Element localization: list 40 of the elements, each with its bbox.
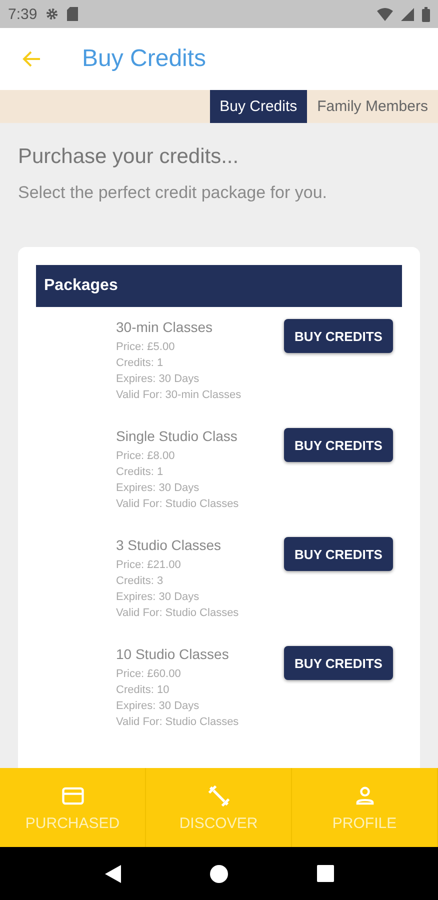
sd-card-icon [67, 7, 78, 21]
package-detail: Credits: 3 [116, 574, 164, 589]
package-detail: Valid For: 30-min Classes [116, 388, 242, 403]
package-detail: Credits: 1 [116, 465, 164, 480]
package-detail: Credits: 1 [116, 356, 164, 371]
buy-credits-button[interactable]: BUY CREDITS [284, 428, 393, 462]
package-detail: Valid For: Studio Classes [116, 606, 239, 621]
package-name: Single Studio Class [116, 428, 238, 444]
package-name: 10 Studio Classes [116, 646, 230, 662]
packages-header: Packages [36, 265, 402, 307]
package-name: 3 Studio Classes [116, 537, 222, 553]
dumbbell-icon [206, 783, 232, 809]
buy-credits-button[interactable]: BUY CREDITS [284, 537, 393, 571]
recents-icon[interactable] [316, 865, 334, 882]
tab[interactable]: Buy Credits [210, 90, 308, 123]
package-detail: Expires: 30 Days [116, 590, 200, 605]
signal-icon [401, 8, 414, 20]
package-detail: Expires: 30 Days [116, 481, 200, 496]
wifi-icon [377, 8, 393, 20]
tab[interactable]: Family Members [307, 90, 438, 123]
package-detail: Credits: 10 [116, 683, 170, 698]
package-detail: Expires: 30 Days [116, 372, 200, 387]
battery-icon [422, 6, 430, 22]
package-detail: Expires: 30 Days [116, 699, 200, 714]
package-detail: Price: £21.00 [116, 558, 182, 573]
subheading: Select the perfect credit package for you. [18, 183, 328, 203]
page-title: Buy Credits [82, 45, 206, 73]
heading: Purchase your credits... [18, 145, 240, 169]
home-icon[interactable] [210, 864, 228, 882]
clock-time: 7:39 [8, 6, 38, 22]
package-detail: Valid For: Studio Classes [116, 497, 239, 512]
package-detail: Price: £60.00 [116, 667, 182, 682]
buy-credits-button[interactable]: BUY CREDITS [284, 319, 393, 353]
package-detail: Price: £8.00 [116, 449, 176, 464]
back-icon[interactable] [104, 864, 120, 882]
gear-icon [45, 7, 60, 21]
buy-credits-button[interactable]: BUY CREDITS [284, 646, 393, 680]
package-name: 30-min Classes [116, 319, 214, 335]
package-detail: Price: £5.00 [116, 340, 176, 355]
package-detail: Valid For: Studio Classes [116, 715, 239, 730]
